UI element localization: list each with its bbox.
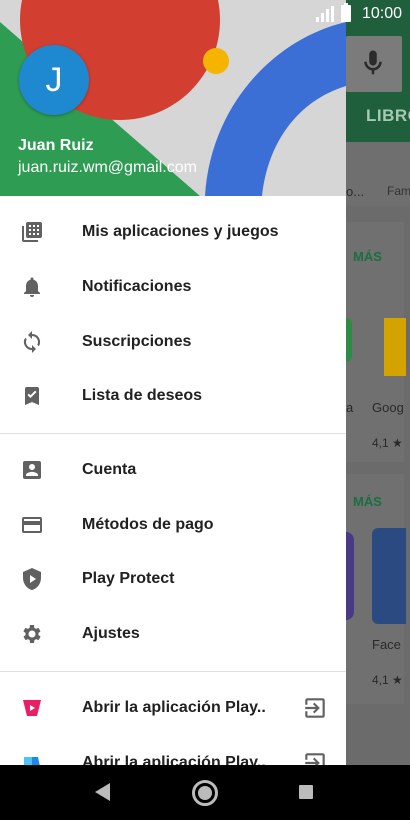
background-app-name: Goog [372, 400, 404, 415]
background-app-icon [346, 318, 352, 362]
background-rating: 4,1 ★ [372, 436, 403, 450]
bookmark-check-icon [20, 384, 44, 408]
shield-play-icon [20, 567, 44, 591]
menu-item-open-play-books[interactable]: Abrir la aplicación Play.. [0, 735, 346, 765]
screen: LIBRO Fam o... MÁS MÁS a Goog 4,1 ★ Face… [0, 0, 410, 820]
menu-item-account[interactable]: Cuenta [0, 443, 346, 498]
refresh-icon [20, 330, 44, 354]
menu-item-label: Suscripciones [82, 332, 192, 350]
background-category-label: Fam [387, 184, 410, 198]
menu-item-label: Play Protect [82, 570, 175, 588]
background-tab-label: LIBRO [366, 106, 410, 125]
drawer-menu: Mis aplicaciones y juegos Notificaciones… [0, 205, 346, 765]
user-email[interactable]: juan.ruiz.wm@gmail.com [18, 159, 197, 177]
menu-item-label: Métodos de pago [82, 515, 214, 533]
background-app-icon [384, 318, 406, 376]
menu-item-label: Mis aplicaciones y juegos [82, 223, 279, 241]
signal-icon [316, 6, 334, 22]
background-app-name: a [346, 400, 354, 415]
divider [0, 670, 346, 672]
navigation-drawer: J Juan Ruiz juan.ruiz.wm@gmail.com Mis a… [0, 0, 346, 765]
status-bar: 10:00 [0, 0, 410, 28]
menu-item-payment-methods[interactable]: Métodos de pago [0, 497, 346, 552]
status-time: 10:00 [361, 5, 402, 22]
menu-item-label: Ajustes [82, 625, 140, 643]
divider [0, 432, 346, 434]
background-app-icon [346, 532, 354, 620]
open-external-icon[interactable] [302, 695, 328, 721]
menu-item-label: Abrir la aplicación Play.. [82, 753, 266, 765]
home-icon[interactable] [192, 780, 218, 806]
menu-item-wishlist[interactable]: Lista de deseos [0, 369, 346, 424]
avatar[interactable]: J [19, 45, 89, 115]
menu-item-subscriptions[interactable]: Suscripciones [0, 314, 346, 369]
system-navigation-bar [0, 765, 410, 820]
background-partial-text: o... [346, 184, 365, 199]
background-more-link: MÁS [353, 494, 382, 509]
menu-item-label: Lista de deseos [82, 387, 203, 405]
apps-grid-icon [20, 220, 44, 244]
background-more-link: MÁS [353, 249, 382, 264]
back-icon[interactable] [94, 782, 112, 802]
menu-item-label: Cuenta [82, 461, 137, 479]
menu-item-label: Notificaciones [82, 278, 192, 296]
menu-item-my-apps[interactable]: Mis aplicaciones y juegos [0, 205, 346, 260]
mic-icon [364, 50, 382, 75]
menu-item-play-protect[interactable]: Play Protect [0, 552, 346, 607]
credit-card-icon [20, 513, 44, 537]
play-movies-icon [20, 696, 44, 720]
play-books-icon [20, 751, 44, 765]
menu-item-notifications[interactable]: Notificaciones [0, 260, 346, 315]
battery-icon [341, 3, 351, 22]
menu-item-settings[interactable]: Ajustes [0, 607, 346, 662]
menu-item-label: Abrir la aplicación Play.. [82, 698, 266, 716]
bell-icon [20, 275, 44, 299]
menu-item-open-play-movies[interactable]: Abrir la aplicación Play.. [0, 681, 346, 736]
recent-apps-icon[interactable] [299, 785, 313, 799]
user-name: Juan Ruiz [18, 137, 94, 154]
background-app-name: Face [372, 637, 401, 652]
background-rating: 4,1 ★ [372, 673, 403, 687]
drawer-header: J Juan Ruiz juan.ruiz.wm@gmail.com [0, 0, 346, 196]
background-app-icon [372, 528, 406, 624]
gear-icon [20, 622, 44, 646]
account-box-icon [20, 458, 44, 482]
open-external-icon[interactable] [302, 750, 328, 765]
